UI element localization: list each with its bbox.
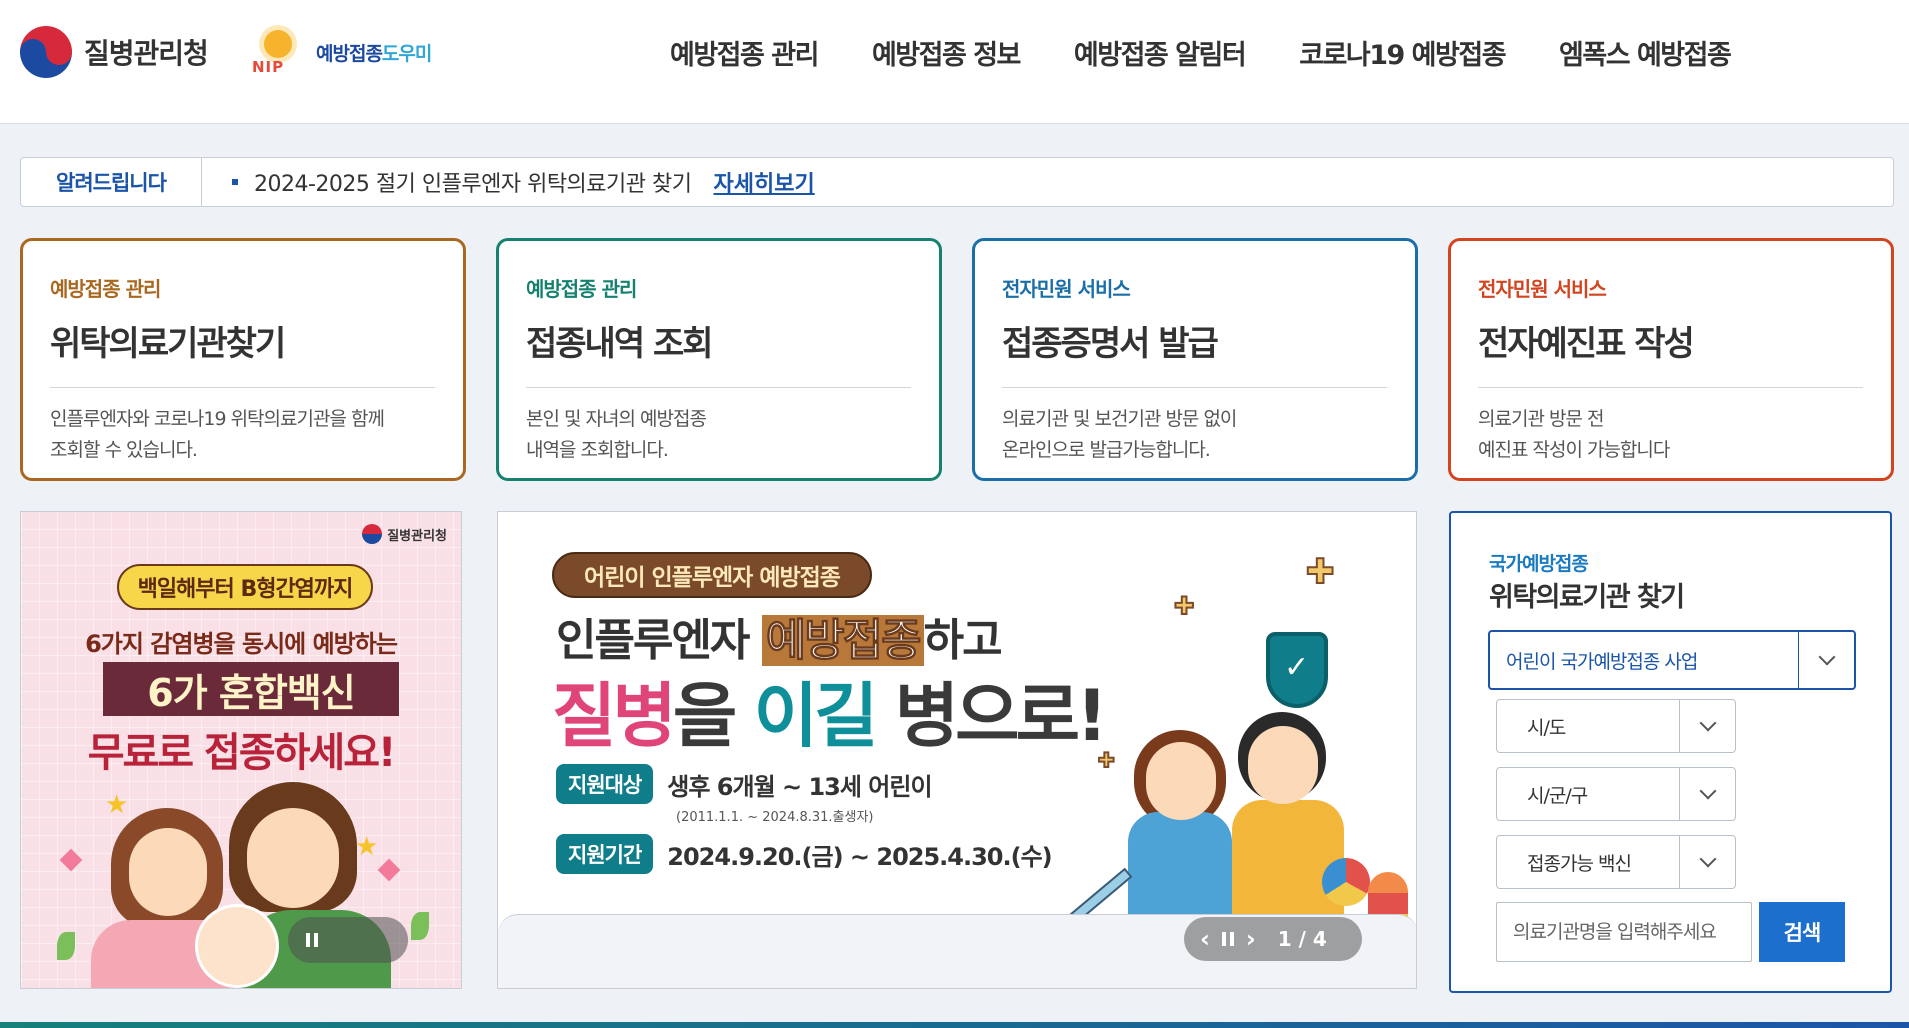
sigungu-select[interactable]: 시/군/구	[1496, 767, 1736, 821]
nav-item-covid19[interactable]: 코로나19 예방접종	[1299, 33, 1506, 72]
target-row: 지원대상 생후 6개월 ~ 13세 어린이	[556, 764, 933, 804]
card-description: 의료기관 방문 전 예진표 작성이 가능합니다	[1478, 408, 1670, 461]
next-chevron-icon[interactable]: ›	[1246, 927, 1256, 951]
institution-search-panel: 국가예방접종 위탁의료기관 찾기 어린이 국가예방접종 사업 시/도 시/군/구…	[1449, 511, 1892, 993]
search-title: 위탁의료기관 찾기	[1489, 582, 1685, 613]
carousel-controls: ‹ › 1 / 4	[1184, 917, 1362, 961]
footer-strip	[0, 1022, 1909, 1028]
chevron-down-icon	[1798, 632, 1854, 688]
taeguk-emblem-icon	[362, 524, 383, 544]
banner-brand: 질병관리청	[362, 524, 447, 544]
nip-sun-icon: NIP	[250, 26, 308, 78]
card-divider	[526, 387, 911, 388]
card-description: 본인 및 자녀의 예방접종 내역을 조회합니다.	[526, 408, 707, 461]
card-description: 인플루엔자와 코로나19 위탁의료기관을 함께 조회할 수 있습니다.	[50, 408, 385, 461]
target-tag: 지원대상	[556, 764, 654, 804]
star-icon: ★	[105, 790, 129, 820]
ball-icon	[1322, 858, 1370, 906]
card-description: 의료기관 및 보건기관 방문 없이 온라인으로 발급가능합니다.	[1002, 408, 1237, 461]
banner-line3: 무료로 접종하세요!	[87, 730, 397, 776]
card-divider	[1478, 387, 1863, 388]
main-nav: 예방접종 관리 예방접종 정보 예방접종 알림터 코로나19 예방접종 엠폭스 …	[670, 0, 1732, 104]
notice-bar: 알려드립니다 2024-2025 절기 인플루엔자 위탁의료기관 찾기 자세히보…	[20, 157, 1894, 207]
card-category: 전자민원 서비스	[1002, 277, 1131, 301]
nav-item-vaccination-notice[interactable]: 예방접종 알림터	[1074, 33, 1247, 72]
plus-icon: ✚	[1097, 747, 1116, 773]
period-tag: 지원기간	[556, 834, 654, 874]
sigungu-select-value: 시/군/구	[1527, 784, 1588, 807]
banner-headline1: 인플루엔자 예방접종하고	[556, 615, 1003, 667]
card-divider	[50, 387, 435, 388]
banner-pill: 백일해부터 B형간염까지	[117, 564, 373, 610]
program-select-value: 어린이 국가예방접종 사업	[1506, 650, 1698, 673]
nip-logo-text: 예방접종도우미	[316, 42, 432, 65]
card-certificate[interactable]: 전자민원 서비스 접종증명서 발급 의료기관 및 보건기관 방문 없이 온라인으로…	[972, 238, 1418, 481]
period-value: 2024.9.20.(금) ~ 2025.4.30.(수)	[667, 842, 1052, 871]
target-value: 생후 6개월 ~ 13세 어린이	[667, 772, 932, 801]
nav-item-vaccination-management[interactable]: 예방접종 관리	[670, 33, 819, 72]
card-category: 예방접종 관리	[526, 277, 637, 301]
star-icon: ★	[355, 832, 379, 862]
vaccine-select[interactable]: 접종가능 백신	[1496, 835, 1736, 889]
nav-item-mpox[interactable]: 엠폭스 예방접종	[1559, 33, 1732, 72]
chevron-down-icon	[1679, 700, 1735, 752]
kdca-logo-text: 질병관리청	[84, 37, 209, 70]
heart-icon	[59, 848, 83, 872]
card-title: 접종증명서 발급	[1002, 324, 1219, 364]
nip-logo[interactable]: NIP 예방접종도우미	[250, 26, 432, 78]
plus-icon: ✚	[1305, 551, 1335, 593]
pause-icon	[306, 933, 318, 947]
notice-text: 2024-2025 절기 인플루엔자 위탁의료기관 찾기	[254, 172, 692, 197]
program-select[interactable]: 어린이 국가예방접종 사업	[1488, 630, 1856, 690]
pause-icon[interactable]	[1221, 932, 1234, 946]
notice-more-link[interactable]: 자세히보기	[714, 166, 815, 198]
sido-select-value: 시/도	[1527, 716, 1566, 739]
carousel-counter: 1 / 4	[1277, 927, 1327, 951]
plus-icon: ✚	[1173, 591, 1195, 621]
sido-select[interactable]: 시/도	[1496, 699, 1736, 753]
bullet-icon	[232, 179, 238, 185]
card-title: 전자예진표 작성	[1478, 324, 1695, 364]
banner-pause-button[interactable]	[288, 917, 408, 963]
leaf-icon	[57, 932, 75, 960]
banner-line2: 6가 혼합백신	[103, 662, 399, 716]
card-find-institution[interactable]: 예방접종 관리 위탁의료기관찾기 인플루엔자와 코로나19 위탁의료기관을 함께…	[20, 238, 466, 481]
boy-face	[1248, 726, 1318, 804]
nav-item-vaccination-info[interactable]: 예방접종 정보	[872, 33, 1021, 72]
influenza-banner[interactable]: 어린이 인플루엔자 예방접종 인플루엔자 예방접종하고 질병을 이길 병으로! …	[497, 511, 1417, 989]
prev-chevron-icon[interactable]: ‹	[1200, 927, 1210, 951]
institution-name-input[interactable]	[1496, 902, 1752, 962]
card-title: 위탁의료기관찾기	[50, 324, 286, 364]
target-subtext: (2011.1.1. ~ 2024.8.31.출생자)	[676, 810, 874, 825]
leaf-icon	[411, 912, 429, 940]
taeguk-emblem-icon	[20, 26, 72, 78]
girl-face	[1146, 742, 1216, 820]
card-title: 접종내역 조회	[526, 324, 714, 364]
card-pre-screening[interactable]: 전자민원 서비스 전자예진표 작성 의료기관 방문 전 예진표 작성이 가능합니다	[1448, 238, 1894, 481]
vaccine-select-value: 접종가능 백신	[1527, 852, 1632, 875]
chevron-down-icon	[1679, 836, 1735, 888]
hexavalent-vaccine-banner[interactable]: 질병관리청 백일해부터 B형간염까지 6가지 감염병을 동시에 예방하는 6가 …	[20, 511, 462, 989]
banner-pill: 어린이 인플루엔자 예방접종	[552, 552, 872, 598]
card-category: 전자민원 서비스	[1478, 277, 1607, 301]
search-category: 국가예방접종	[1489, 553, 1589, 575]
period-row: 지원기간 2024.9.20.(금) ~ 2025.4.30.(수)	[556, 834, 1053, 874]
banner-headline2: 질병을 이길 병으로!	[552, 675, 1108, 757]
card-vaccination-history[interactable]: 예방접종 관리 접종내역 조회 본인 및 자녀의 예방접종 내역을 조회합니다.	[496, 238, 942, 481]
shield-check-icon	[1266, 632, 1328, 708]
card-category: 예방접종 관리	[50, 277, 161, 301]
banner-line1: 6가지 감염병을 동시에 예방하는	[85, 630, 398, 658]
kdca-logo[interactable]: 질병관리청	[20, 26, 209, 78]
notice-label: 알려드립니다	[21, 158, 202, 206]
search-button[interactable]: 검색	[1759, 902, 1845, 962]
card-divider	[1002, 387, 1387, 388]
chevron-down-icon	[1679, 768, 1735, 820]
site-header: 질병관리청 NIP 예방접종도우미 예방접종 관리 예방접종 정보 예방접종 알…	[0, 0, 1909, 124]
